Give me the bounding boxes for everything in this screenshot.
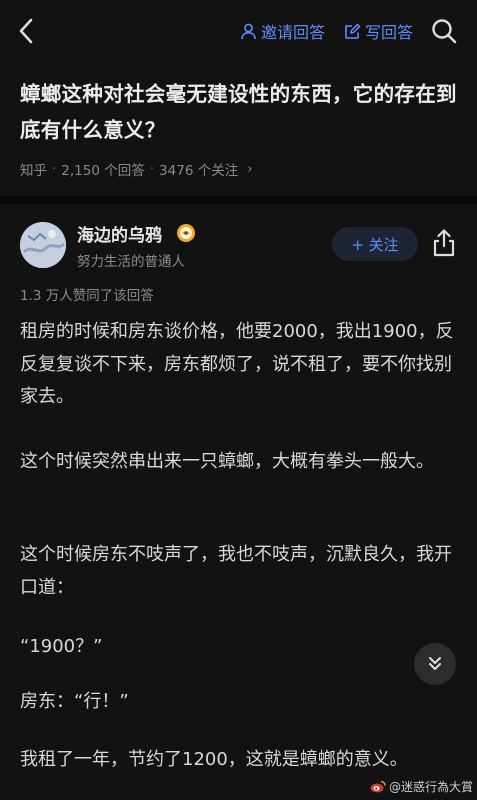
watermark-text: @迷惑行為大賞 (389, 780, 474, 794)
question-title[interactable]: 蟑螂这种对社会毫无建设性的东西，它的存在到底有什么意义？ (20, 76, 460, 148)
answer-paragraph: 我租了一年，节约了1200，这就是蟑螂的意义。 (20, 749, 408, 770)
answer-paragraph: 这个时候房东不吱声了，我也不吱声，沉默良久，我开口道： (20, 544, 452, 598)
edit-icon (345, 23, 361, 39)
section-divider (0, 196, 477, 204)
author-bio: 努力生活的普通人 (77, 254, 185, 270)
chevron-right-icon: › (247, 161, 253, 177)
back-icon[interactable] (14, 16, 40, 46)
avatar[interactable] (20, 222, 66, 268)
weibo-icon (370, 780, 386, 793)
watermark: @迷惑行為大賞 (370, 778, 473, 795)
write-answer-label: 写回答 (365, 23, 414, 42)
write-answer-button[interactable]: 写回答 (344, 18, 413, 44)
upvote-count: 1.3 万人赞同了该回答 (20, 288, 154, 304)
badge-icon (177, 224, 195, 242)
invite-answer-button[interactable]: 邀请回答 (240, 18, 325, 44)
answer-page: 邀请回答 写回答 蟑螂这种对社会毫无建设性的东西，它的存在到底有什么意义？ 知乎… (0, 0, 477, 800)
scroll-next-button[interactable] (414, 643, 456, 685)
separator-dot: · (149, 161, 155, 177)
follow-button[interactable]: + 关注 (332, 227, 418, 261)
share-icon[interactable] (430, 228, 458, 258)
follower-count: 3476 个关注 (159, 163, 239, 179)
author-name[interactable]: 海边的乌鸦 (77, 221, 162, 246)
invite-answer-label: 邀请回答 (261, 23, 326, 42)
answer-count: 2,150 个回答 (61, 163, 145, 179)
search-icon[interactable] (430, 17, 458, 45)
source-label: 知乎 (20, 163, 47, 179)
question-meta[interactable]: 知乎 · 2,150 个回答 · 3476 个关注 › (20, 159, 253, 179)
answer-paragraph: 这个时候突然串出来一只蟑螂，大概有拳头一般大。 (20, 451, 434, 472)
answer-paragraph: 房东：“行！” (20, 691, 129, 712)
top-nav-bar: 邀请回答 写回答 (0, 0, 477, 62)
answer-paragraph: 租房的时候和房东谈价格，他要2000，我出1900，反反复复谈不下来，房东都烦了… (20, 321, 454, 407)
person-icon (241, 23, 256, 39)
chevron-down-icon (429, 657, 441, 670)
separator-dot: · (52, 161, 57, 177)
answer-paragraph: “1900？” (20, 636, 103, 657)
